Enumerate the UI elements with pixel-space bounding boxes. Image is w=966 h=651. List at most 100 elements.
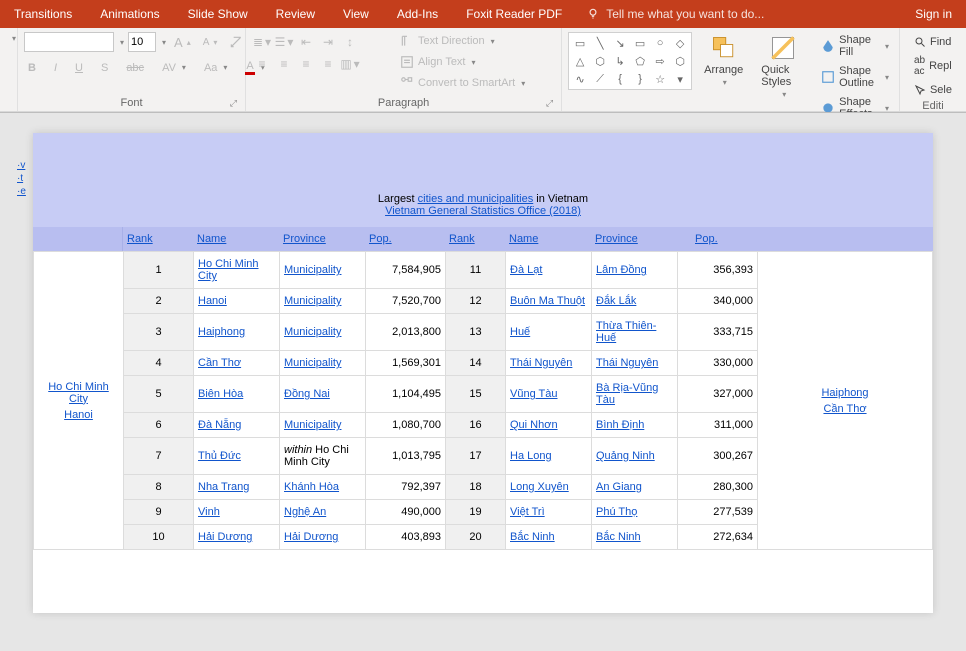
cell-link[interactable]: Huế xyxy=(510,326,530,338)
quick-styles-button[interactable]: Quick Styles▾ xyxy=(755,32,811,101)
ribbon-tab[interactable]: Foxit Reader PDF xyxy=(452,0,576,28)
header-name2[interactable]: Name xyxy=(509,233,538,245)
header-rank[interactable]: Rank xyxy=(127,233,153,245)
cell-link[interactable]: Bà Rịa-Vũng Tàu xyxy=(596,382,658,406)
template-e-link[interactable]: ·e xyxy=(17,185,26,198)
cell-link[interactable]: Municipality xyxy=(284,295,341,307)
cell-link[interactable]: Hải Dương xyxy=(198,531,252,543)
shape-fill-button[interactable]: Shape Fill▾ xyxy=(817,32,893,60)
line-spacing-button[interactable]: ↕ xyxy=(340,32,360,52)
header-name[interactable]: Name xyxy=(197,233,226,245)
cell-link[interactable]: Long Xuyên xyxy=(510,481,569,493)
cell-link[interactable]: Cần Thơ xyxy=(198,357,241,369)
change-case-button[interactable]: Aa▾ xyxy=(200,60,231,76)
char-spacing-button[interactable]: AV▾ xyxy=(158,60,190,76)
cell-link[interactable]: Municipality xyxy=(284,419,341,431)
cell-link[interactable]: Khánh Hòa xyxy=(284,481,339,493)
replace-button[interactable]: abacRepl xyxy=(910,53,956,79)
grow-font-button[interactable]: A▴ xyxy=(170,33,195,52)
cell-link[interactable]: Đồng Nai xyxy=(284,388,330,400)
decrease-indent-button[interactable]: ⇤ xyxy=(296,32,316,52)
align-left-button[interactable]: ≡ xyxy=(252,54,272,74)
ribbon-tab[interactable]: Animations xyxy=(86,0,173,28)
clear-formatting-button[interactable] xyxy=(225,33,247,51)
strike-button[interactable]: abc xyxy=(122,60,148,76)
cell-link[interactable]: Thái Nguyên xyxy=(510,357,572,369)
cell-link[interactable]: Ho Chi Minh City xyxy=(198,258,259,282)
city-image-link[interactable]: Hanoi xyxy=(38,409,119,421)
cell-link[interactable]: Municipality xyxy=(284,357,341,369)
cell-link[interactable]: Hải Dương xyxy=(284,531,338,543)
align-right-button[interactable]: ≡ xyxy=(296,54,316,74)
dialog-launcher-icon[interactable]: ⤢ xyxy=(546,98,553,109)
italic-button[interactable]: I xyxy=(50,60,61,76)
ribbon-tab[interactable]: Review xyxy=(262,0,329,28)
ribbon-tab[interactable]: Slide Show xyxy=(174,0,262,28)
cell-link[interactable]: Buôn Ma Thuột xyxy=(510,295,585,307)
convert-smartart-button[interactable]: Convert to SmartArt▾ xyxy=(396,74,529,92)
ribbon-tab[interactable]: Transitions xyxy=(0,0,86,28)
columns-button[interactable]: ▥▾ xyxy=(340,54,360,74)
city-image-link[interactable]: Ho Chi Minh City xyxy=(38,381,119,405)
slide[interactable]: ·v ·t ·e Largest cities and municipaliti… xyxy=(33,133,933,613)
city-image-link[interactable]: Cần Thơ xyxy=(762,403,928,415)
textbox-shape-icon[interactable]: ▭ xyxy=(571,35,589,51)
bold-button[interactable]: B xyxy=(24,60,40,76)
cell-link[interactable]: Việt Trì xyxy=(510,506,545,518)
template-v-link[interactable]: ·v xyxy=(17,159,26,172)
cities-link[interactable]: cities and municipalities xyxy=(418,193,534,205)
cell-link[interactable]: Thủ Đức xyxy=(198,450,241,462)
cell-link[interactable]: Đà Lạt xyxy=(510,264,542,276)
cell-link[interactable]: Thừa Thiên-Huế xyxy=(596,320,656,344)
shapes-gallery[interactable]: ▭╲↘▭○◇ △⬡↳⬠⇨⬡ ∿⟋{}☆▾ xyxy=(568,32,692,90)
increase-indent-button[interactable]: ⇥ xyxy=(318,32,338,52)
cell-link[interactable]: Municipality xyxy=(284,326,341,338)
cell-link[interactable]: Ha Long xyxy=(510,450,552,462)
city-image-link[interactable]: Haiphong xyxy=(762,387,928,399)
ribbon-tab[interactable]: View xyxy=(329,0,383,28)
tell-me-search[interactable]: Tell me what you want to do... xyxy=(576,7,774,21)
dialog-launcher-icon[interactable]: ⤢ xyxy=(230,98,237,109)
header-rank2[interactable]: Rank xyxy=(449,233,475,245)
select-button[interactable]: Sele xyxy=(910,82,956,98)
font-name-input[interactable] xyxy=(24,32,114,52)
text-direction-button[interactable]: Text Direction▾ xyxy=(396,32,529,50)
cell-link[interactable]: Thái Nguyên xyxy=(596,357,658,369)
cell-link[interactable]: Hanoi xyxy=(198,295,227,307)
cell-link[interactable]: Nghệ An xyxy=(284,506,326,518)
cell-link[interactable]: Đắk Lắk xyxy=(596,295,636,307)
shape-outline-button[interactable]: Shape Outline▾ xyxy=(817,63,893,91)
ribbon-tab[interactable]: Add-Ins xyxy=(383,0,452,28)
sign-in-button[interactable]: Sign in xyxy=(901,0,966,28)
cell-link[interactable]: Bắc Ninh xyxy=(596,531,641,543)
source-link[interactable]: Vietnam General Statistics Office (2018) xyxy=(385,205,581,217)
header-province2[interactable]: Province xyxy=(595,233,638,245)
shrink-font-button[interactable]: A▾ xyxy=(199,35,222,50)
cell-link[interactable]: Nha Trang xyxy=(198,481,249,493)
header-pop2[interactable]: Pop. xyxy=(695,233,718,245)
cell-link[interactable]: Municipality xyxy=(284,264,341,276)
template-t-link[interactable]: ·t xyxy=(17,172,26,185)
cell-link[interactable]: Bình Định xyxy=(596,419,644,431)
cell-link[interactable]: Vũng Tàu xyxy=(510,388,558,400)
shadow-button[interactable]: S xyxy=(97,60,112,76)
cell-link[interactable]: Phú Thọ xyxy=(596,506,637,518)
font-size-input[interactable] xyxy=(128,32,156,52)
bullets-button[interactable]: ≣▾ xyxy=(252,32,272,52)
chevron-down-icon[interactable]: ▾ xyxy=(162,38,166,47)
cell-link[interactable]: Bắc Ninh xyxy=(510,531,555,543)
find-button[interactable]: Find xyxy=(910,34,956,50)
underline-button[interactable]: U xyxy=(71,60,87,76)
cell-link[interactable]: Đà Nẵng xyxy=(198,419,241,431)
cell-link[interactable]: Haiphong xyxy=(198,326,245,338)
chevron-down-icon[interactable]: ▾ xyxy=(120,38,124,47)
cell-link[interactable]: Qui Nhơn xyxy=(510,419,558,431)
header-province[interactable]: Province xyxy=(283,233,326,245)
cell-link[interactable]: Quảng Ninh xyxy=(596,450,655,462)
justify-button[interactable]: ≡ xyxy=(318,54,338,74)
cell-link[interactable]: Biên Hòa xyxy=(198,388,243,400)
arrange-button[interactable]: Arrange▾ xyxy=(698,32,749,89)
numbering-button[interactable]: ☰▾ xyxy=(274,32,294,52)
align-text-button[interactable]: Align Text▾ xyxy=(396,53,529,71)
cell-link[interactable]: An Giang xyxy=(596,481,642,493)
